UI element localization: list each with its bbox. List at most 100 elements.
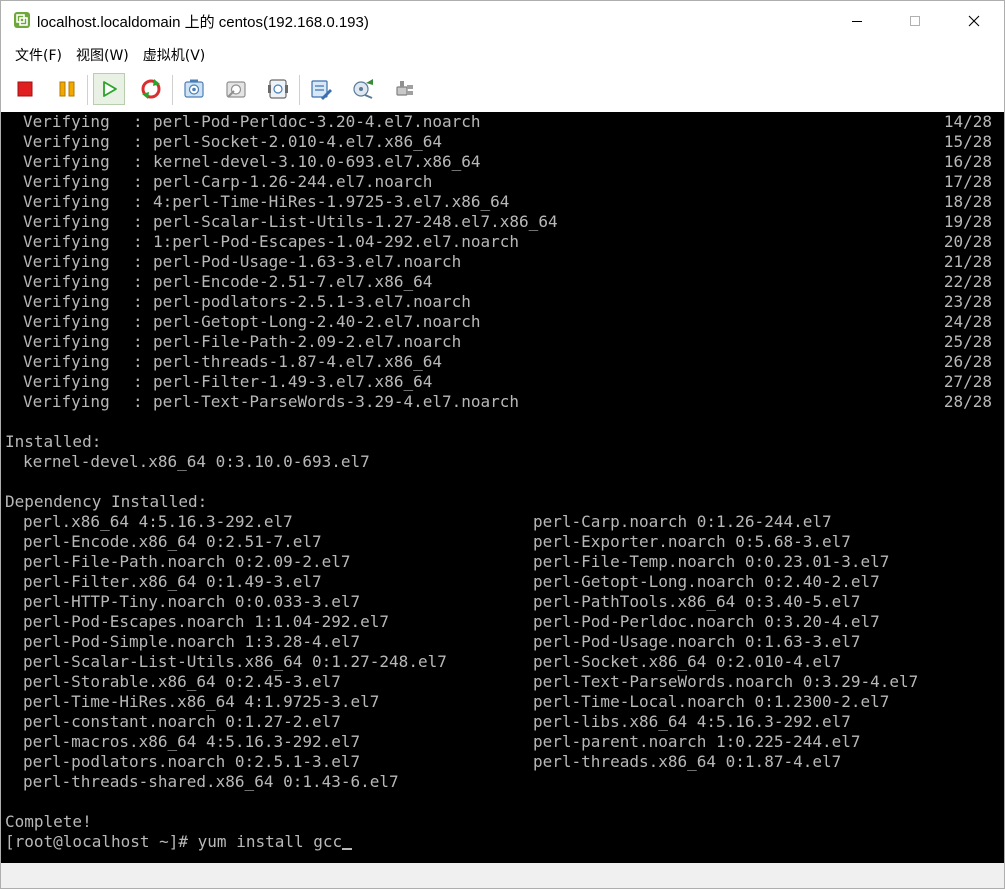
menu-view[interactable]: 视图(W) <box>76 43 129 67</box>
dependency-item: perl-Socket.x86_64 0:2.010-4.el7 <box>533 652 842 671</box>
verify-package: perl-Socket-2.010-4.el7.x86_64 <box>153 132 442 151</box>
verify-separator: : <box>133 392 143 411</box>
dependency-item: perl-File-Path.noarch 0:2.09-2.el7 <box>23 552 351 571</box>
verify-separator: : <box>133 352 143 371</box>
revert-snapshot-button[interactable] <box>220 73 252 105</box>
verify-separator: : <box>133 372 143 391</box>
edit-settings-icon <box>311 80 332 100</box>
dependency-item: perl-File-Temp.noarch 0:0.23.01-3.el7 <box>533 552 890 571</box>
verify-label: Verifying <box>23 252 110 271</box>
verify-package: perl-Encode-2.51-7.el7.x86_64 <box>153 272 433 291</box>
dependency-item: perl-Getopt-Long.noarch 0:2.40-2.el7 <box>533 572 880 591</box>
snapshot-manager-icon <box>268 79 288 99</box>
title-bar[interactable]: localhost.localdomain 上的 centos(192.168.… <box>1 1 1004 40</box>
power-on-button[interactable] <box>93 73 125 105</box>
verify-row: Verifying: perl-Filter-1.49-3.el7.x86_64 2… <box>1 372 1004 392</box>
status-bar <box>1 863 1004 888</box>
dependency-item: perl-Pod-Perldoc.noarch 0:3.20-4.el7 <box>533 612 880 631</box>
verify-row: Verifying:4:perl-Time-HiRes-1.9725-3.el7… <box>1 192 1004 212</box>
verify-label: Verifying <box>23 152 110 171</box>
text-cursor <box>342 848 353 850</box>
close-button[interactable] <box>951 1 997 40</box>
verify-label: Verifying <box>23 272 110 291</box>
verify-separator: : <box>133 212 143 231</box>
maximize-button[interactable] <box>892 1 938 40</box>
toolbar-separator <box>87 75 88 105</box>
pause-icon <box>59 81 75 97</box>
verify-separator: : <box>133 292 143 311</box>
play-icon <box>103 81 117 97</box>
verify-label: Verifying <box>23 212 110 231</box>
dependency-item: perl-threads.x86_64 0:1.87-4.el7 <box>533 752 842 771</box>
verify-count: 19/28 <box>943 212 992 231</box>
verify-separator: : <box>133 312 143 331</box>
dependency-item: perl-Carp.noarch 0:1.26-244.el7 <box>533 512 832 531</box>
vm-console-screen[interactable]: Verifying: perl-Pod-Perldoc-3.20-4.el7.no… <box>1 112 1004 863</box>
dependency-item: perl-PathTools.x86_64 0:3.40-5.el7 <box>533 592 861 611</box>
verify-package: kernel-devel-3.10.0-693.el7.x86_64 <box>153 152 481 171</box>
devices-button[interactable] <box>347 73 379 105</box>
verify-label: Verifying <box>23 172 110 191</box>
verify-package: perl-podlators-2.5.1-3.el7.noarch <box>153 292 471 311</box>
shell-prompt[interactable]: [root@localhost ~]# yum install gcc <box>5 832 353 852</box>
verify-row: Verifying: perl-Getopt-Long-2.40-2.el7.no… <box>1 312 1004 332</box>
verify-row: Verifying: perl-Carp-1.26-244.el7.noarch 1… <box>1 172 1004 192</box>
verify-package: perl-Getopt-Long-2.40-2.el7.noarch <box>153 312 481 331</box>
menu-vm[interactable]: 虚拟机(V) <box>143 43 206 67</box>
snapshot-icon <box>184 79 204 98</box>
verify-count: 25/28 <box>943 332 992 351</box>
reset-button[interactable] <box>135 73 167 105</box>
verify-row: Verifying: kernel-devel-3.10.0-693.el7.x8… <box>1 152 1004 172</box>
suspend-button[interactable] <box>51 73 83 105</box>
minimize-icon <box>852 20 862 22</box>
devices-icon <box>353 79 373 99</box>
verify-label: Verifying <box>23 132 110 151</box>
verify-count: 18/28 <box>943 192 992 211</box>
dependency-item: perl-Exporter.noarch 0:5.68-3.el7 <box>533 532 851 551</box>
verify-separator: : <box>133 132 143 151</box>
verify-count: 16/28 <box>943 152 992 171</box>
dependency-item: perl-macros.x86_64 4:5.16.3-292.el7 <box>23 732 361 751</box>
verify-label: Verifying <box>23 352 110 371</box>
minimize-button[interactable] <box>834 1 880 40</box>
dependency-item: perl-podlators.noarch 0:2.5.1-3.el7 <box>23 752 361 771</box>
verify-count: 24/28 <box>943 312 992 331</box>
verify-row: Verifying: perl-File-Path-2.09-2.el7.noar… <box>1 332 1004 352</box>
verify-package: perl-threads-1.87-4.el7.x86_64 <box>153 352 442 371</box>
verify-row: Verifying: perl-Pod-Usage-1.63-3.el7.noar… <box>1 252 1004 272</box>
verify-row: Verifying: perl-podlators-2.5.1-3.el7.noa… <box>1 292 1004 312</box>
power-off-button[interactable] <box>9 73 41 105</box>
verify-package: perl-Pod-Usage-1.63-3.el7.noarch <box>153 252 462 271</box>
dependency-item: perl-threads-shared.x86_64 0:1.43-6.el7 <box>23 772 399 791</box>
prompt-command: [root@localhost ~]# yum install gcc <box>5 832 343 851</box>
connect-button[interactable] <box>389 73 421 105</box>
verify-count: 23/28 <box>943 292 992 311</box>
menu-file[interactable]: 文件(F) <box>15 43 62 67</box>
dependency-item: perl-Time-HiRes.x86_64 4:1.9725-3.el7 <box>23 692 380 711</box>
verify-separator: : <box>133 332 143 351</box>
dependency-item: perl-Pod-Escapes.noarch 1:1.04-292.el7 <box>23 612 390 631</box>
verify-row: Verifying: perl-Socket-2.010-4.el7.x86_64… <box>1 132 1004 152</box>
edit-settings-button[interactable] <box>305 73 337 105</box>
verify-row: Verifying: perl-Encode-2.51-7.el7.x86_64 2… <box>1 272 1004 292</box>
dependency-item: perl-Storable.x86_64 0:2.45-3.el7 <box>23 672 341 691</box>
installed-header: Installed: <box>5 432 102 451</box>
snapshot-manager-button[interactable] <box>262 73 294 105</box>
vsphere-client-icon <box>13 11 31 29</box>
verify-row: Verifying: perl-Text-ParseWords-3.29-4.el… <box>1 392 1004 412</box>
verify-separator: : <box>133 232 143 251</box>
dependency-item: perl-HTTP-Tiny.noarch 0:0.033-3.el7 <box>23 592 361 611</box>
dependency-item: perl-libs.x86_64 4:5.16.3-292.el7 <box>533 712 851 731</box>
verify-separator: : <box>133 192 143 211</box>
verify-count: 15/28 <box>943 132 992 151</box>
verify-label: Verifying <box>23 232 110 251</box>
verify-package: perl-Scalar-List-Utils-1.27-248.el7.x86_… <box>153 212 558 231</box>
take-snapshot-button[interactable] <box>178 73 210 105</box>
verify-count: 27/28 <box>943 372 992 391</box>
dependency-header: Dependency Installed: <box>5 492 208 511</box>
dependency-item: perl-parent.noarch 1:0.225-244.el7 <box>533 732 861 751</box>
close-icon <box>968 15 980 26</box>
verify-count: 14/28 <box>943 112 992 131</box>
verify-count: 20/28 <box>943 232 992 251</box>
dependency-item: perl-Pod-Usage.noarch 0:1.63-3.el7 <box>533 632 861 651</box>
